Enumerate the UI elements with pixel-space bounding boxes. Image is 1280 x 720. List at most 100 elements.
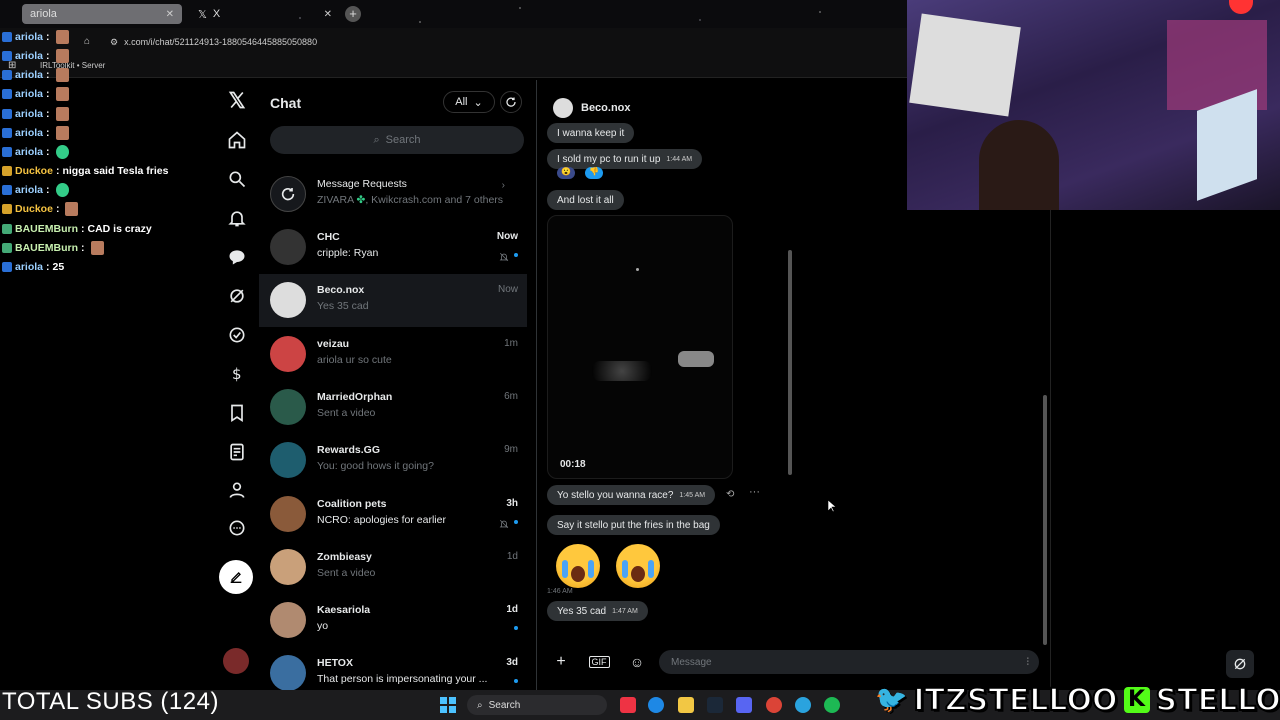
- grok-icon[interactable]: [227, 286, 247, 306]
- verified-icon[interactable]: [227, 325, 247, 345]
- badge-icon: [2, 243, 12, 253]
- message-bubble[interactable]: I wanna keep it: [547, 123, 635, 143]
- conversation-row[interactable]: CHC cripple: Ryan Now: [259, 221, 527, 274]
- conversation-time: 6m: [504, 390, 518, 402]
- new-tab-button[interactable]: +: [345, 6, 361, 22]
- windows-start-icon[interactable]: [440, 697, 456, 713]
- message-bubble[interactable]: Say it stello put the fries in the bag: [547, 515, 720, 535]
- reaction-badge[interactable]: 👎: [585, 167, 603, 179]
- avatar: [270, 335, 306, 372]
- message-bubble[interactable]: And lost it all: [547, 190, 624, 210]
- reply-icon[interactable]: ⟲: [726, 489, 734, 500]
- telegram-icon[interactable]: [795, 697, 811, 713]
- conversation-time: 3h: [506, 497, 518, 509]
- taskbar-search[interactable]: ⌕ Search: [467, 695, 607, 715]
- chat-username: ariola: [15, 108, 44, 120]
- browser-tab-1[interactable]: ariola ✕: [22, 4, 182, 24]
- conversation-header[interactable]: Beco.nox: [553, 98, 631, 118]
- bookmark-icon[interactable]: [227, 403, 247, 423]
- scrollbar[interactable]: [1043, 395, 1047, 645]
- spotify-icon[interactable]: [824, 697, 840, 713]
- folder-icon[interactable]: [678, 697, 694, 713]
- edge-icon[interactable]: [648, 697, 664, 713]
- chat-icon[interactable]: [227, 247, 247, 267]
- conversation-preview: NCRO: apologies for earlier: [317, 513, 446, 526]
- conversation-row[interactable]: Rewards.GG You: good hows it going? 9m: [259, 434, 527, 487]
- profile-icon[interactable]: [227, 480, 247, 500]
- conversation-row[interactable]: Beco.nox Yes 35 cad Now: [259, 274, 527, 328]
- avatar: [270, 282, 306, 319]
- gif-icon[interactable]: GIF: [587, 650, 611, 674]
- chat-username: ariola: [15, 69, 44, 81]
- money-icon[interactable]: $: [227, 364, 247, 384]
- chat-username: ariola: [15, 261, 44, 273]
- compose-button[interactable]: [219, 560, 253, 594]
- tab-label: X: [212, 8, 221, 20]
- conversation-row[interactable]: Coalition pets NCRO: apologies for earlie…: [259, 488, 527, 541]
- search-icon[interactable]: [227, 169, 247, 189]
- emote-icon: [90, 241, 104, 255]
- more-icon[interactable]: ···: [749, 486, 760, 498]
- message-bubble[interactable]: I sold my pc to run it up 1:44 AM: [547, 149, 703, 169]
- more-icon[interactable]: [227, 518, 247, 538]
- browser-tab-2[interactable]: 𝕏 X ✕: [190, 4, 340, 24]
- x-logo-icon[interactable]: [227, 90, 247, 110]
- conversation-row[interactable]: MarriedOrphan Sent a video 6m: [259, 381, 527, 434]
- conversation-name: Coalition pets: [317, 497, 387, 510]
- conversation-row[interactable]: Kaesariola yo 1d: [259, 594, 527, 647]
- grok-button[interactable]: [1226, 650, 1254, 678]
- url-field[interactable]: ⚙ x.com/i/chat/521124913-188054644588505…: [110, 34, 317, 50]
- message-bubble[interactable]: Yo stello you wanna race? 1:45 AM: [547, 485, 716, 505]
- filter-label: All: [455, 96, 468, 108]
- crying-emoji: [556, 544, 600, 588]
- chat-message: ariola:: [2, 144, 69, 160]
- steam-icon[interactable]: [707, 697, 723, 713]
- close-icon[interactable]: ✕: [324, 9, 332, 20]
- notifications-icon[interactable]: [227, 208, 247, 228]
- x-side-nav: $: [215, 80, 259, 690]
- site-info-icon[interactable]: ⚙: [110, 37, 118, 48]
- badge-icon: [2, 128, 12, 138]
- message-input[interactable]: Message ⫶: [659, 650, 1039, 674]
- message-requests[interactable]: Message Requests ZIVARA ✤, Kwikcrash.com…: [259, 168, 527, 221]
- reaction-badge[interactable]: 😮: [557, 167, 575, 179]
- page-title: Chat: [270, 95, 302, 111]
- car-thumbnail: [678, 351, 714, 367]
- new-chat-button[interactable]: [500, 91, 522, 113]
- discord-icon[interactable]: [736, 697, 752, 713]
- avatar[interactable]: [223, 648, 249, 674]
- url-text: x.com/i/chat/521124913-18805464458850508…: [124, 37, 318, 47]
- video-message[interactable]: 00:18: [547, 215, 733, 479]
- browser-tab-bar: ariola ✕ 𝕏 X ✕ +: [0, 0, 910, 28]
- chat-username: ariola: [15, 88, 44, 100]
- chat-message: ariola:: [2, 48, 69, 64]
- emoji-icon[interactable]: ☺: [625, 650, 649, 674]
- home-icon[interactable]: ⌂: [84, 36, 90, 47]
- close-icon[interactable]: ✕: [166, 9, 174, 20]
- chrome-icon[interactable]: [766, 697, 782, 713]
- app-icon[interactable]: [620, 697, 636, 713]
- conversation-row[interactable]: Zombieasy Sent a video 1d: [259, 541, 527, 594]
- message-bubble[interactable]: Yes 35 cad 1:47 AM: [547, 601, 648, 621]
- badge-icon: [2, 147, 12, 157]
- search-placeholder: Search: [385, 134, 421, 146]
- home-icon[interactable]: [227, 130, 247, 150]
- conversation-time: Now: [497, 284, 518, 296]
- chat-username: ariola: [15, 127, 44, 139]
- requests-title: Message Requests: [317, 178, 407, 190]
- emote-icon: [55, 87, 69, 101]
- filter-dropdown[interactable]: All ⌄: [443, 91, 495, 113]
- chat-message: Duckoe: nigga said Tesla fries: [2, 163, 168, 179]
- voice-icon[interactable]: ⫶: [1027, 657, 1030, 668]
- conversation-name: MarriedOrphan: [317, 390, 393, 403]
- conversation-row[interactable]: veizau ariola ur so cute 1m: [259, 328, 527, 381]
- search-input[interactable]: ⌕ Search: [270, 126, 524, 154]
- add-icon[interactable]: +: [549, 650, 573, 674]
- search-icon: ⌕: [373, 133, 380, 146]
- chat-username: ariola: [15, 50, 44, 62]
- avatar: [270, 388, 306, 425]
- lists-icon[interactable]: [227, 442, 247, 462]
- kick-icon: K: [1123, 687, 1150, 713]
- emote-icon: [55, 145, 69, 159]
- chat-username: ariola: [15, 146, 44, 158]
